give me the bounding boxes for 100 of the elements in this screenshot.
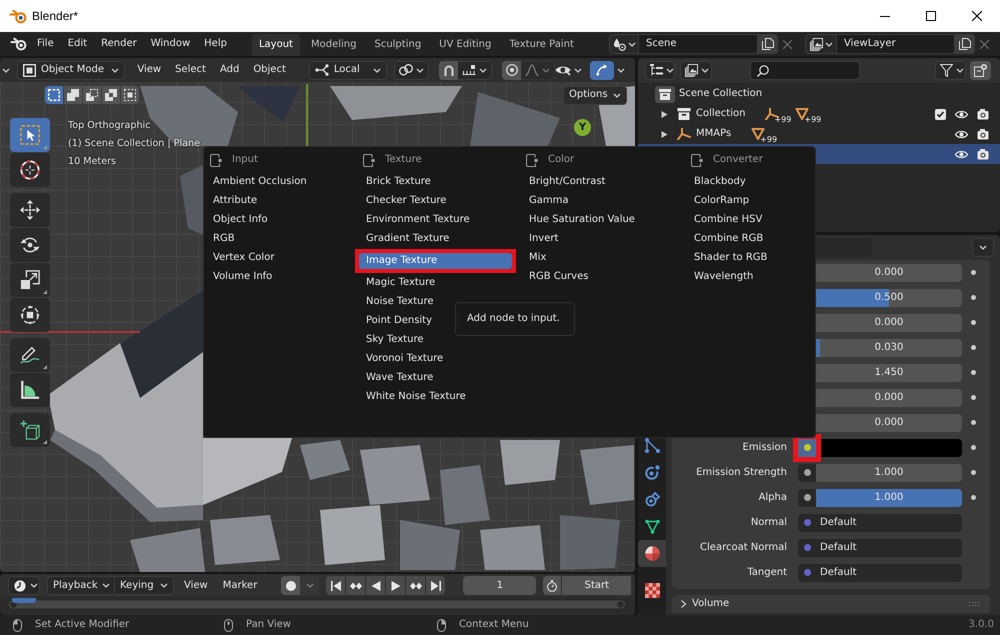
tool-button[interactable] <box>10 153 50 187</box>
menu-item[interactable]: Voronoi Texture <box>359 351 512 367</box>
menu-item[interactable]: Bright/Contrast <box>522 174 677 190</box>
menu-item[interactable]: Blackbody <box>687 174 807 190</box>
tool-button[interactable] <box>10 263 50 297</box>
playback-button[interactable] <box>366 576 386 595</box>
menu-item[interactable]: Edit <box>60 32 94 56</box>
checkbox[interactable] <box>935 108 946 120</box>
playhead-marker[interactable] <box>12 598 36 603</box>
menu-item[interactable]: Render <box>94 32 144 56</box>
slider-track[interactable]: 0.030 <box>816 338 962 356</box>
camera-icon[interactable] <box>977 148 989 160</box>
keyframe-dot-icon[interactable] <box>970 470 976 475</box>
menu-item[interactable]: Select <box>168 64 213 76</box>
app-logo-icon[interactable] <box>10 37 27 51</box>
snap-toggle[interactable] <box>439 60 458 80</box>
orientation-dropdown[interactable]: Local <box>308 60 388 80</box>
vector-field[interactable]: Default <box>798 564 962 582</box>
select-mode-button[interactable] <box>102 86 120 104</box>
socket-button[interactable] <box>798 464 816 482</box>
menu-item[interactable]: ColorRamp <box>687 193 807 209</box>
keyframe-dot-icon[interactable] <box>970 495 976 500</box>
menu-item[interactable]: Checker Texture <box>359 193 512 209</box>
keyframe-dot-icon[interactable] <box>970 370 976 375</box>
scene-name-field[interactable]: Scene <box>639 34 758 54</box>
expand-arrow-icon[interactable] <box>661 110 668 118</box>
tool-button[interactable] <box>10 298 50 332</box>
close-icon[interactable] <box>972 11 982 21</box>
menu-item[interactable]: Mix <box>522 250 677 266</box>
keyframe-dot-icon[interactable] <box>970 395 976 400</box>
panel-header[interactable]: Volume <box>672 595 990 613</box>
mode-dropdown[interactable]: Object Mode <box>17 60 126 80</box>
select-mode-button[interactable] <box>64 86 82 104</box>
playback-button[interactable] <box>346 576 366 595</box>
current-frame-field[interactable]: 1 <box>463 576 536 595</box>
menu-item[interactable]: Marker <box>216 576 264 595</box>
keyframe-dot-icon[interactable] <box>970 445 976 450</box>
menu-item[interactable]: Brick Texture <box>359 174 512 190</box>
tool-button[interactable] <box>10 338 50 372</box>
scene-browse-button[interactable] <box>609 34 639 54</box>
menu-item[interactable]: Image Texture <box>359 253 512 269</box>
menu-item[interactable]: Wavelength <box>687 269 807 285</box>
outliner-row[interactable]: MMAPs +99 <box>638 124 1000 144</box>
playback-button[interactable] <box>386 576 406 595</box>
menu-dropdown[interactable]: Playback <box>47 576 115 595</box>
axis-gizmo-button[interactable]: Y <box>574 119 591 136</box>
caret-icon[interactable] <box>617 68 626 72</box>
caret-icon[interactable] <box>2 68 10 72</box>
vector-field[interactable]: Default <box>798 538 962 556</box>
tool-button[interactable] <box>10 228 50 262</box>
menu-item[interactable]: Ambient Occlusion <box>206 174 349 190</box>
keyframe-dot-icon[interactable] <box>970 295 976 300</box>
preview-range-button[interactable] <box>543 576 562 595</box>
select-mode-button[interactable] <box>45 86 63 104</box>
tool-button[interactable] <box>10 193 50 227</box>
workspace-tab[interactable]: Sculpting <box>367 34 428 56</box>
auto-keying-toggle[interactable] <box>281 576 300 595</box>
view-layer-browse-button[interactable] <box>805 34 837 54</box>
tool-button[interactable] <box>10 373 50 407</box>
new-scene-button[interactable] <box>758 34 778 54</box>
start-frame-field[interactable]: Start <box>562 576 632 595</box>
eye-icon[interactable] <box>955 110 968 118</box>
socket-button[interactable] <box>798 488 816 506</box>
playback-button[interactable] <box>406 576 426 595</box>
outliner-row[interactable]: Collection +99 +99 <box>638 104 1000 124</box>
number-field[interactable]: 1.000 <box>816 464 962 482</box>
slider-track[interactable]: 1.000 <box>816 488 962 506</box>
new-view-layer-button[interactable] <box>955 34 975 54</box>
slider-track[interactable]: 0.500 <box>816 288 962 306</box>
select-mode-button[interactable] <box>83 86 101 104</box>
dropdown-button[interactable] <box>972 238 994 257</box>
menu-item[interactable]: Object <box>246 64 293 76</box>
playback-button[interactable] <box>326 576 346 595</box>
vector-field[interactable]: Default <box>798 514 962 532</box>
keyframe-dot-icon[interactable] <box>970 320 976 325</box>
playback-button[interactable] <box>426 576 446 595</box>
workspace-tab[interactable]: UV Editing <box>432 34 498 56</box>
options-dropdown[interactable]: Options <box>563 86 627 104</box>
search-field[interactable] <box>750 61 860 80</box>
number-field[interactable]: 1.450 <box>816 364 962 382</box>
menu-item[interactable]: Attribute <box>206 193 349 209</box>
keyframe-dot-icon[interactable] <box>970 345 976 350</box>
snap-target-dropdown[interactable] <box>458 60 492 80</box>
keyframe-dot-icon[interactable] <box>970 270 976 275</box>
menu-item[interactable]: Wave Texture <box>359 370 512 386</box>
workspace-tab[interactable]: Modeling <box>304 34 364 56</box>
timeline-scrollbar[interactable] <box>9 600 625 609</box>
tool-button[interactable] <box>10 413 50 447</box>
menu-item[interactable]: White Noise Texture <box>359 389 512 405</box>
pivot-dropdown[interactable] <box>394 60 430 80</box>
workspace-tab[interactable]: Layout <box>252 34 300 56</box>
menu-item[interactable]: Window <box>144 32 198 56</box>
menu-dropdown[interactable]: Keying <box>115 576 174 595</box>
camera-icon[interactable] <box>977 108 989 120</box>
menu-item[interactable]: Shader to RGB <box>687 250 807 266</box>
menu-item[interactable]: View <box>178 576 214 595</box>
menu-item[interactable]: RGB Curves <box>522 269 677 285</box>
gizmo-toggle[interactable] <box>590 60 614 80</box>
number-field[interactable]: 0.000 <box>816 264 962 282</box>
filter-popover[interactable] <box>935 61 966 80</box>
